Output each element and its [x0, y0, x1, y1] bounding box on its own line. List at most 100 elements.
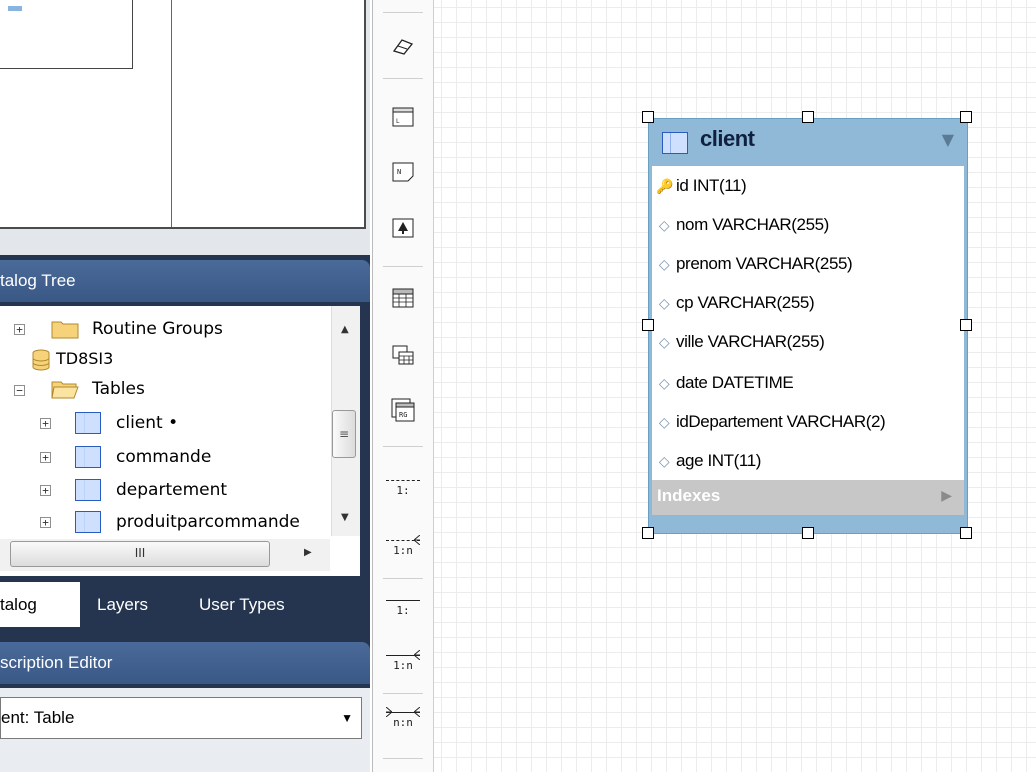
svg-text:L: L — [396, 118, 400, 125]
tree-item-tables[interactable]: − Tables — [0, 374, 330, 404]
column-row[interactable]: ◇ age INT(11) — [656, 441, 762, 480]
relationship-1-1-non-identifying[interactable]: 1: — [386, 470, 420, 504]
view-icon — [392, 345, 414, 365]
tree-item-label: client • — [116, 413, 179, 433]
tree-vertical-scroll-thumb[interactable]: ≡ — [332, 410, 356, 458]
note-tool[interactable]: N — [389, 158, 417, 186]
relationship-label: 1: — [396, 484, 410, 497]
tab-label: User Types — [199, 595, 285, 614]
column-row[interactable]: 🔑 id INT(11) — [656, 166, 747, 205]
scroll-up-icon[interactable]: ▲ — [341, 324, 349, 335]
tab-layers[interactable]: Layers — [97, 582, 148, 627]
chevron-down-icon[interactable]: ▼ — [341, 698, 353, 738]
tree-item-table-client[interactable]: + client • — [0, 408, 330, 438]
tree-item-label: TD8SI3 — [56, 349, 114, 368]
expand-icon[interactable]: + — [40, 452, 51, 463]
navigator-marker — [8, 6, 22, 11]
resize-handle-left[interactable] — [642, 319, 654, 331]
scroll-down-icon[interactable]: ▼ — [341, 512, 349, 523]
column-label: prenom VARCHAR(255) — [676, 254, 853, 273]
folder-icon — [51, 321, 79, 339]
resize-handle-top-right[interactable] — [960, 111, 972, 123]
entity-indexes-bar[interactable]: Indexes ▶ — [652, 480, 964, 515]
table-tool[interactable] — [389, 284, 417, 312]
collapse-arrow-icon[interactable]: ▼ — [942, 130, 954, 149]
layer-tool[interactable]: L — [389, 103, 417, 131]
entity-header[interactable]: client ▼ — [652, 122, 964, 162]
tree-item-table-departement[interactable]: + departement — [0, 475, 330, 505]
tree-item-routine-groups[interactable]: + Routine Groups — [0, 314, 330, 344]
column-label: id INT(11) — [676, 176, 747, 195]
table-icon — [392, 288, 414, 308]
left-sidebar: talog Tree + Routine Groups TD8SI3 − Tab… — [0, 0, 370, 772]
resize-handle-top-left[interactable] — [642, 111, 654, 123]
image-tool[interactable] — [389, 214, 417, 242]
resize-handle-bottom-right[interactable] — [960, 527, 972, 539]
description-editor-header: scription Editor — [0, 642, 370, 684]
relationship-label: 1: — [396, 604, 410, 617]
identifying-1-1-icon — [386, 600, 420, 601]
column-row[interactable]: ◇ cp VARCHAR(255) — [656, 283, 815, 322]
expand-icon[interactable]: + — [40, 517, 51, 528]
relationship-1-n-non-identifying[interactable]: 1:n — [386, 530, 420, 564]
collapse-icon[interactable]: − — [14, 385, 25, 396]
tree-item-label: Routine Groups — [92, 319, 223, 339]
column-row[interactable]: ◇ prenom VARCHAR(255) — [656, 244, 853, 283]
table-icon — [75, 412, 101, 434]
column-row[interactable]: ◇ date DATETIME — [656, 363, 794, 402]
table-icon — [662, 132, 688, 154]
relationship-label: n:n — [393, 716, 413, 729]
resize-handle-right[interactable] — [960, 319, 972, 331]
relationship-label: 1:n — [393, 659, 413, 672]
relationship-1-n-identifying[interactable]: 1:n — [386, 645, 420, 679]
column-row[interactable]: ◇ nom VARCHAR(255) — [656, 205, 830, 244]
column-diamond-icon: ◇ — [658, 375, 670, 391]
relationship-n-n-identifying[interactable]: n:n — [386, 702, 420, 736]
image-icon — [392, 218, 414, 238]
toolbar-separator — [383, 12, 423, 13]
expand-arrow-icon[interactable]: ▶ — [941, 488, 952, 504]
sidebar-tabs: talog Layers User Types — [0, 582, 370, 627]
tab-user-types[interactable]: User Types — [199, 582, 285, 627]
tree-item-schema[interactable]: TD8SI3 — [0, 344, 330, 374]
catalog-tree-title: talog Tree — [0, 271, 76, 290]
table-icon — [75, 511, 101, 533]
note-icon: N — [392, 162, 414, 182]
column-diamond-icon: ◇ — [658, 414, 670, 430]
column-diamond-icon: ◇ — [658, 217, 670, 233]
resize-handle-bottom-left[interactable] — [642, 527, 654, 539]
non-identifying-1-1-icon — [386, 480, 420, 481]
expand-icon[interactable]: + — [40, 485, 51, 496]
tree-item-table-commande[interactable]: + commande — [0, 442, 330, 472]
entity-columns: 🔑 id INT(11) ◇ nom VARCHAR(255) ◇ prenom VA… — [652, 166, 964, 480]
diagram-toolbar: L N RG 1: 1:n 1: 1:n n:n — [372, 0, 434, 772]
table-icon — [75, 446, 101, 468]
tree-horizontal-scroll-thumb[interactable]: III — [10, 541, 270, 567]
routine-group-tool[interactable]: RG — [389, 396, 417, 424]
tree-item-table-produitparcommande[interactable]: + produitparcommande — [0, 507, 330, 537]
catalog-tree[interactable]: + Routine Groups TD8SI3 − Tables + clien… — [0, 306, 360, 576]
column-diamond-icon: ◇ — [658, 295, 670, 311]
relationship-1-1-identifying[interactable]: 1: — [386, 590, 420, 624]
object-select-value: ent: Table — [1, 708, 75, 727]
scroll-right-icon[interactable]: ▶ — [304, 547, 312, 558]
resize-handle-bottom[interactable] — [802, 527, 814, 539]
layer-icon: L — [392, 107, 414, 127]
resize-handle-top[interactable] — [802, 111, 814, 123]
description-editor-title: scription Editor — [0, 653, 113, 672]
entity-title: client — [700, 126, 755, 151]
object-select[interactable]: ent: Table ▼ — [0, 697, 362, 739]
toolbar-separator — [383, 266, 423, 267]
column-label: cp VARCHAR(255) — [676, 293, 815, 312]
toolbar-separator — [383, 78, 423, 79]
tab-catalog[interactable]: talog — [0, 582, 80, 627]
view-tool[interactable] — [389, 341, 417, 369]
eraser-tool[interactable] — [389, 32, 417, 60]
expand-icon[interactable]: + — [14, 324, 25, 335]
navigator-viewport[interactable] — [0, 0, 366, 229]
primary-key-icon: 🔑 — [656, 178, 674, 194]
column-row[interactable]: ◇ ville VARCHAR(255) — [656, 322, 825, 361]
toolbar-separator — [383, 578, 423, 579]
column-row[interactable]: ◇ idDepartement VARCHAR(2) — [656, 402, 886, 441]
expand-icon[interactable]: + — [40, 418, 51, 429]
